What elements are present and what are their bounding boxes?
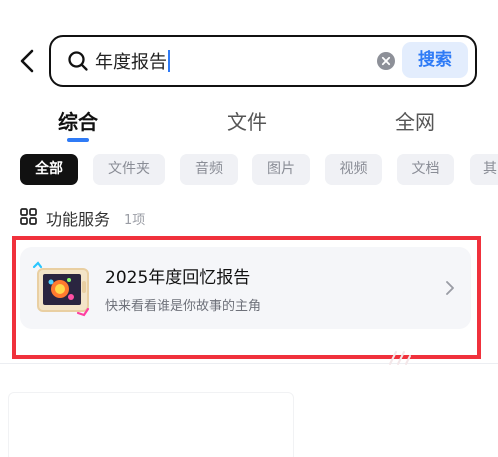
tab-bar: 综合 文件 全网: [0, 106, 498, 148]
chip-folder[interactable]: 文件夹: [93, 154, 165, 185]
faded-sparkle-icon: [389, 351, 411, 365]
chip-image[interactable]: 图片: [252, 154, 310, 185]
top-search-bar: 年度报告 搜索: [0, 33, 498, 89]
search-input[interactable]: 年度报告: [95, 48, 170, 74]
tab-web[interactable]: 全网: [395, 106, 435, 135]
back-arrow-icon[interactable]: [14, 47, 42, 75]
tab-active-indicator: [67, 138, 89, 142]
text-caret: [168, 50, 170, 72]
search-query: 年度报告: [95, 52, 167, 73]
tab-all[interactable]: 综合: [58, 106, 98, 135]
chip-video[interactable]: 视频: [325, 154, 382, 185]
chip-other[interactable]: 其: [470, 154, 498, 185]
divider: [0, 363, 498, 364]
chip-audio[interactable]: 音频: [180, 154, 238, 185]
filter-chips: 全部 文件夹 音频 图片 视频 文档 其: [0, 154, 498, 186]
tab-files[interactable]: 文件: [227, 106, 267, 135]
background-card: [8, 392, 294, 457]
chip-all[interactable]: 全部: [20, 154, 78, 185]
search-box[interactable]: 年度报告 搜索: [49, 35, 477, 87]
highlight-frame: [12, 236, 481, 359]
clear-icon[interactable]: [377, 52, 395, 70]
search-button[interactable]: 搜索: [402, 42, 468, 78]
section-count: 1项: [124, 213, 146, 228]
chip-document[interactable]: 文档: [397, 154, 454, 185]
search-icon: [68, 51, 88, 71]
section-title: 功能服务: [46, 210, 111, 229]
grid-icon: [20, 208, 37, 225]
